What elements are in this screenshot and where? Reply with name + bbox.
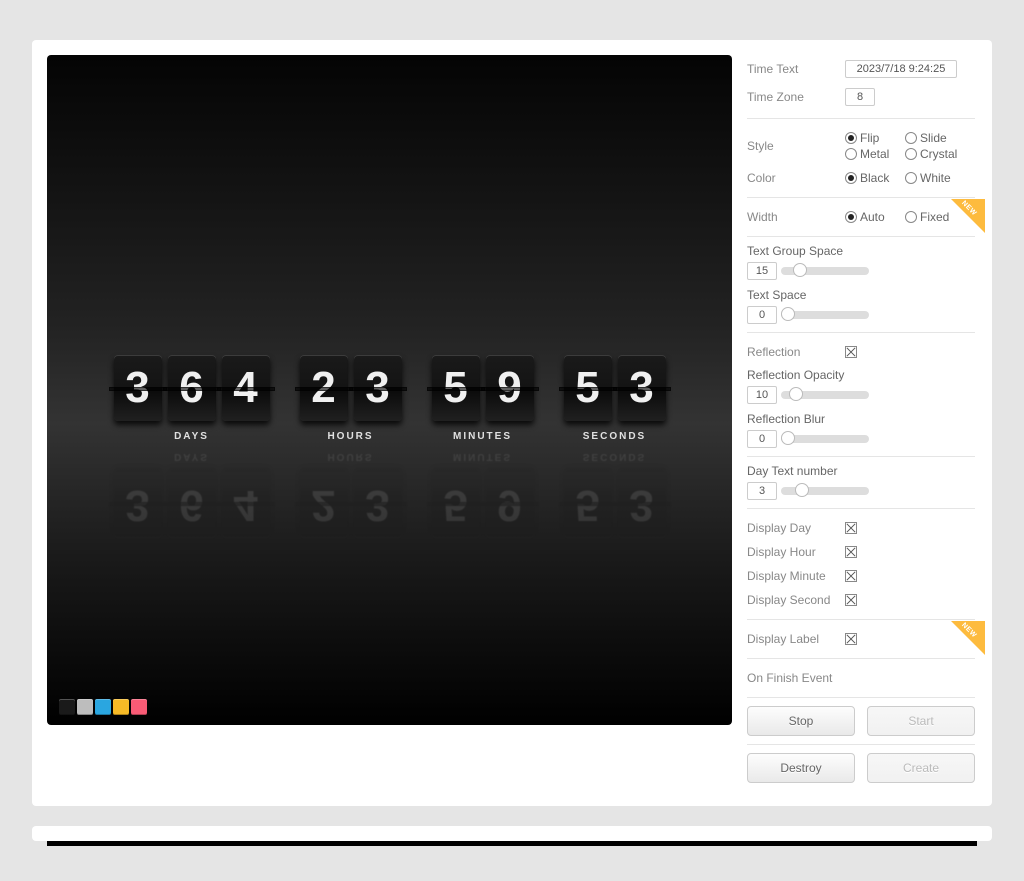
- reflection-opacity-input[interactable]: [747, 386, 777, 404]
- width-label: Width: [747, 210, 845, 224]
- swatch[interactable]: [131, 699, 147, 715]
- start-button[interactable]: Start: [867, 706, 975, 736]
- color-black-radio[interactable]: Black: [845, 171, 905, 185]
- text-group-space-label: Text Group Space: [747, 244, 975, 258]
- swatch[interactable]: [95, 699, 111, 715]
- text-space-label: Text Space: [747, 288, 975, 302]
- text-group-space-input[interactable]: [747, 262, 777, 280]
- preview-column: 3 6 4 DAYS 2 3 HOURS 5 9: [32, 40, 747, 806]
- swatch[interactable]: [113, 699, 129, 715]
- digit-card: 2: [300, 355, 348, 421]
- time-text-label: Time Text: [747, 62, 845, 76]
- seconds-label: SECONDS: [583, 431, 646, 442]
- day-text-number-input[interactable]: [747, 482, 777, 500]
- style-label: Style: [747, 139, 845, 153]
- countdown-clock: 3 6 4 DAYS 2 3 HOURS 5 9: [47, 355, 732, 442]
- stop-button[interactable]: Stop: [747, 706, 855, 736]
- days-label: DAYS: [174, 431, 209, 442]
- clock-reflection: 3 6 4 DAYS 2 3 HOURS 5 9 MINUTES 5 3 SEC…: [47, 451, 732, 538]
- display-day-checkbox[interactable]: [845, 522, 857, 534]
- config-panel: 3 6 4 DAYS 2 3 HOURS 5 9: [32, 40, 992, 806]
- display-hour-checkbox[interactable]: [845, 546, 857, 558]
- swatch[interactable]: [77, 699, 93, 715]
- display-label-checkbox[interactable]: [845, 633, 857, 645]
- on-finish-label: On Finish Event: [747, 671, 887, 685]
- text-space-slider[interactable]: [781, 311, 869, 319]
- settings-form: Time Text Time Zone Style Flip Slide Met…: [747, 40, 992, 806]
- digit-card: 9: [486, 355, 534, 421]
- minutes-group: 5 9 MINUTES: [432, 355, 534, 442]
- digit-card: 6: [168, 355, 216, 421]
- preview-stage: 3 6 4 DAYS 2 3 HOURS 5 9: [47, 55, 732, 725]
- seconds-group: 5 3 SECONDS: [564, 355, 666, 442]
- digit-card: 3: [354, 355, 402, 421]
- style-metal-radio[interactable]: Metal: [845, 147, 905, 161]
- digit-card: 4: [222, 355, 270, 421]
- reflection-label: Reflection: [747, 345, 845, 359]
- second-panel: [32, 826, 992, 841]
- new-badge-icon: [951, 621, 985, 655]
- hours-group: 2 3 HOURS: [300, 355, 402, 442]
- style-flip-radio[interactable]: Flip: [845, 131, 905, 145]
- time-zone-label: Time Zone: [747, 90, 845, 104]
- theme-swatches: [59, 699, 147, 715]
- style-crystal-radio[interactable]: Crystal: [905, 147, 965, 161]
- reflection-blur-input[interactable]: [747, 430, 777, 448]
- digit-card: 3: [618, 355, 666, 421]
- reflection-blur-slider[interactable]: [781, 435, 869, 443]
- digit-card: 5: [432, 355, 480, 421]
- reflection-opacity-slider[interactable]: [781, 391, 869, 399]
- display-minute-label: Display Minute: [747, 569, 845, 583]
- time-zone-input[interactable]: [845, 88, 875, 106]
- reflection-opacity-label: Reflection Opacity: [747, 368, 975, 382]
- display-second-label: Display Second: [747, 593, 845, 607]
- color-white-radio[interactable]: White: [905, 171, 965, 185]
- day-text-number-label: Day Text number: [747, 464, 975, 478]
- hours-label: HOURS: [327, 431, 373, 442]
- display-day-label: Display Day: [747, 521, 845, 535]
- create-button[interactable]: Create: [867, 753, 975, 783]
- style-slide-radio[interactable]: Slide: [905, 131, 965, 145]
- reflection-checkbox[interactable]: [845, 346, 857, 358]
- swatch[interactable]: [59, 699, 75, 715]
- new-badge-icon: [951, 199, 985, 233]
- text-space-input[interactable]: [747, 306, 777, 324]
- display-second-checkbox[interactable]: [845, 594, 857, 606]
- display-hour-label: Display Hour: [747, 545, 845, 559]
- text-group-space-slider[interactable]: [781, 267, 869, 275]
- digit-card: 5: [564, 355, 612, 421]
- display-minute-checkbox[interactable]: [845, 570, 857, 582]
- days-group: 3 6 4 DAYS: [114, 355, 270, 442]
- second-preview-strip: [47, 841, 977, 846]
- day-text-number-slider[interactable]: [781, 487, 869, 495]
- reflection-blur-label: Reflection Blur: [747, 412, 975, 426]
- digit-card: 3: [114, 355, 162, 421]
- display-label-label: Display Label: [747, 632, 845, 646]
- width-auto-radio[interactable]: Auto: [845, 210, 905, 224]
- time-text-input[interactable]: [845, 60, 957, 78]
- destroy-button[interactable]: Destroy: [747, 753, 855, 783]
- color-label: Color: [747, 171, 845, 185]
- minutes-label: MINUTES: [453, 431, 512, 442]
